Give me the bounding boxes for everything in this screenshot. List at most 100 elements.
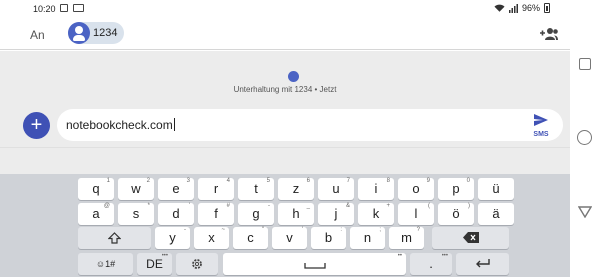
key-label: n (363, 230, 372, 245)
key-hint: @ (103, 203, 110, 209)
key-label: l (414, 206, 418, 221)
key-label: c (247, 230, 254, 245)
wifi-icon (494, 4, 505, 12)
message-text-value: notebookcheck.com (66, 118, 173, 132)
key-m[interactable]: m? (389, 227, 424, 249)
send-button[interactable]: SMS (531, 113, 551, 138)
language-key[interactable]: DE ••• (137, 253, 172, 275)
key-label: r (213, 181, 219, 196)
message-input[interactable]: notebookcheck.com SMS (57, 109, 563, 141)
key-p[interactable]: p0 (438, 178, 474, 200)
battery-percent: 96% (521, 3, 540, 13)
period-key[interactable]: . ••• (410, 253, 452, 275)
key-hint: * (147, 203, 150, 209)
key-b[interactable]: b: (311, 227, 346, 249)
key-h[interactable]: h _ (278, 203, 314, 225)
key-e[interactable]: e3 (158, 178, 194, 200)
key-f[interactable]: f # (198, 203, 234, 225)
key-n[interactable]: n; (350, 227, 385, 249)
key-hint: ' (301, 227, 303, 233)
key-y[interactable]: y- (155, 227, 190, 249)
signal-icon (508, 3, 518, 13)
key-d[interactable]: d ' (158, 203, 194, 225)
key-k[interactable]: k + (358, 203, 394, 225)
home-button[interactable] (577, 130, 592, 145)
key-label: k (372, 206, 380, 221)
recipient-header: An 1234 (0, 18, 570, 50)
key-hint: : (340, 227, 342, 233)
back-button[interactable] (578, 206, 592, 218)
key-hint: - (268, 203, 270, 209)
key-a[interactable]: a @ (78, 203, 114, 225)
key-label: v (286, 230, 293, 245)
key-hint: 5 (266, 178, 270, 184)
key-o[interactable]: o9 (398, 178, 434, 200)
shift-key[interactable] (78, 227, 151, 249)
key-label: j (334, 206, 338, 221)
key-label: m (401, 230, 412, 245)
key-label: x (208, 230, 215, 245)
language-hint: ••• (161, 253, 168, 259)
attach-plus-button[interactable]: + (23, 112, 50, 139)
key-label: ö (452, 206, 460, 221)
key-hint: 9 (426, 178, 430, 184)
message-text: notebookcheck.com (66, 118, 175, 132)
enter-key[interactable] (456, 253, 509, 275)
compose-separator (0, 147, 570, 174)
key-hint: 2 (146, 178, 150, 184)
key-hint: # (226, 203, 230, 209)
key-label: t (254, 181, 258, 196)
key-label: b (324, 230, 333, 245)
backspace-key[interactable] (432, 227, 509, 249)
key-t[interactable]: t5 (238, 178, 274, 200)
key-label: z (292, 181, 300, 196)
key-hint: ; (379, 227, 381, 233)
key-hint: - (184, 227, 186, 233)
key-r[interactable]: r4 (198, 178, 234, 200)
key-g[interactable]: g- (238, 203, 274, 225)
space-key[interactable]: •• (223, 253, 406, 275)
key-label: e (172, 181, 180, 196)
key-hint: 7 (346, 178, 350, 184)
key-ä[interactable]: ä (478, 203, 514, 225)
key-label: s (132, 206, 140, 221)
key-j[interactable]: j & (318, 203, 354, 225)
keyboard: q1w2e3r4t5z6u7i8o9p0ü a @ s * d ' f # g - h _ j & k + l(… (0, 174, 570, 277)
key-s[interactable]: s * (118, 203, 154, 225)
text-cursor (173, 118, 175, 131)
key-hint: ? (416, 227, 420, 233)
recents-button[interactable] (579, 58, 591, 70)
key-label: h (292, 206, 300, 221)
add-people-icon[interactable] (540, 27, 558, 41)
key-l[interactable]: l( (398, 203, 434, 225)
shift-icon (107, 232, 122, 244)
status-time: 10:20 (33, 4, 56, 14)
key-label: i (374, 181, 378, 196)
contact-avatar-icon (68, 22, 90, 44)
space-icon (303, 263, 326, 269)
key-ö[interactable]: ö) (438, 203, 474, 225)
key-z[interactable]: z6 (278, 178, 314, 200)
recipient-name: 1234 (93, 27, 118, 39)
key-q[interactable]: q1 (78, 178, 114, 200)
settings-key[interactable] (176, 253, 218, 275)
phone-screen: 10:20 96% An 1234 Unterhaltung mit 1234 … (0, 0, 570, 277)
key-i[interactable]: i8 (358, 178, 394, 200)
navigation-bar (570, 0, 600, 277)
key-x[interactable]: x ~ (194, 227, 229, 249)
key-w[interactable]: w2 (118, 178, 154, 200)
key-ü[interactable]: ü (478, 178, 514, 200)
key-c[interactable]: c " (233, 227, 268, 249)
key-hint: 1 (106, 178, 110, 184)
key-hint: ~ (221, 227, 225, 233)
key-label: ä (492, 206, 500, 221)
key-label: u (332, 181, 340, 196)
key-v[interactable]: v ' (272, 227, 307, 249)
to-label: An (30, 28, 45, 42)
symbols-key[interactable]: ☺1# (78, 253, 133, 275)
recipient-chip[interactable]: 1234 (68, 22, 124, 44)
key-u[interactable]: u7 (318, 178, 354, 200)
key-label: d (172, 206, 180, 221)
key-label: p (452, 181, 460, 196)
battery-icon (544, 3, 550, 13)
